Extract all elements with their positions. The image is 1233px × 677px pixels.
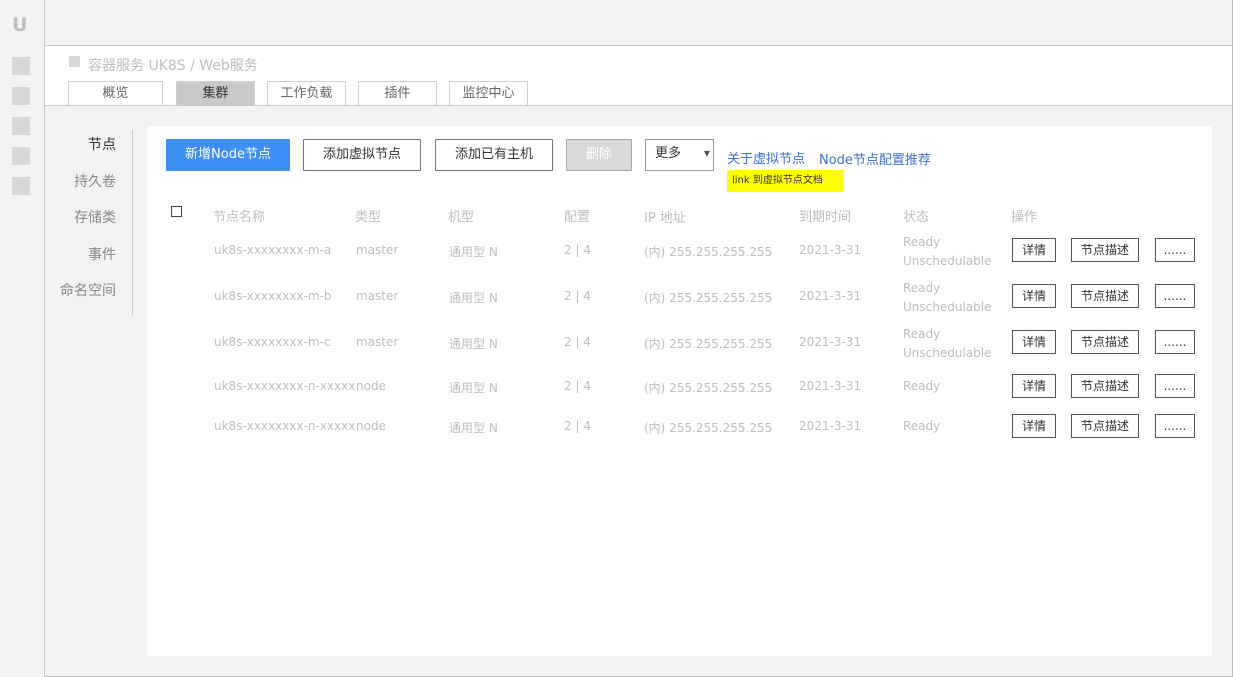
top-bar <box>45 0 1232 46</box>
add-existing-host-button[interactable]: 添加已有主机 <box>435 139 553 171</box>
subnav-item-namespaces[interactable]: 命名空间 <box>60 280 116 300</box>
subnav-item-volumes[interactable]: 持久卷 <box>74 171 116 191</box>
node-expire: 2021-3-31 <box>799 335 862 349</box>
logo: U <box>12 14 28 36</box>
describe-button[interactable]: 节点描述 <box>1071 238 1139 262</box>
service-icon <box>69 56 80 67</box>
page-header: 容器服务 UK8S / Web服务 概览 集群 工作负载 插件 监控中心 <box>45 46 1232 106</box>
header-actions: 操作 <box>1011 210 1038 225</box>
node-expire: 2021-3-31 <box>799 243 862 257</box>
status-ready: Ready <box>903 327 941 341</box>
describe-button[interactable]: 节点描述 <box>1071 414 1139 438</box>
node-config-link[interactable]: Node节点配置推荐 <box>819 149 931 168</box>
node-name[interactable]: uk8s-xxxxxxxx-n-xxxxx <box>214 379 355 393</box>
status-unschedulable: Unschedulable <box>903 300 992 314</box>
annotation-note: link 到虚拟节点文档 <box>727 170 844 192</box>
header-expire: 到期时间 <box>799 210 852 225</box>
node-status: Ready Unschedulable <box>903 233 991 271</box>
detail-button[interactable]: 详情 <box>1012 284 1056 308</box>
more-dropdown[interactable]: 更多 ▼ <box>645 139 714 171</box>
left-rail: U <box>0 0 45 677</box>
node-ip: (内) 255.255.255.255 <box>644 421 773 435</box>
nav-icon-1[interactable] <box>12 57 30 75</box>
node-type: node <box>356 419 386 433</box>
node-expire: 2021-3-31 <box>799 379 862 393</box>
node-model: 通用型 N <box>449 245 498 259</box>
node-name[interactable]: uk8s-xxxxxxxx-m-a <box>214 243 331 257</box>
node-name[interactable]: uk8s-xxxxxxxx-m-b <box>214 289 332 303</box>
node-status: Ready Unschedulable <box>903 279 991 317</box>
node-config: 2 | 4 <box>564 419 591 433</box>
more-actions-button[interactable]: ...... <box>1155 374 1195 398</box>
describe-button[interactable]: 节点描述 <box>1071 284 1139 308</box>
status-unschedulable: Unschedulable <box>903 346 992 360</box>
add-node-button[interactable]: 新增Node节点 <box>166 139 290 171</box>
delete-button[interactable]: 删除 <box>566 139 632 171</box>
nav-icon-5[interactable] <box>12 177 30 195</box>
node-config: 2 | 4 <box>564 289 591 303</box>
subnav-item-nodes[interactable]: 节点 <box>88 134 116 154</box>
status-unschedulable: Unschedulable <box>903 254 992 268</box>
more-actions-button[interactable]: ...... <box>1155 330 1195 354</box>
tab-monitoring[interactable]: 监控中心 <box>449 81 528 105</box>
nav-icon-3[interactable] <box>12 117 30 135</box>
node-type: master <box>356 335 399 349</box>
more-actions-button[interactable]: ...... <box>1155 414 1195 438</box>
node-type: node <box>356 379 386 393</box>
detail-button[interactable]: 详情 <box>1012 330 1056 354</box>
node-ip: (内) 255.255.255.255 <box>644 337 773 351</box>
more-dropdown-label: 更多 <box>655 146 682 161</box>
describe-button[interactable]: 节点描述 <box>1071 374 1139 398</box>
header-node-name: 节点名称 <box>213 210 266 225</box>
node-config: 2 | 4 <box>564 243 591 257</box>
tab-overview[interactable]: 概览 <box>68 81 163 105</box>
content-panel: 新增Node节点 添加虚拟节点 添加已有主机 删除 更多 ▼ 关于虚拟节点 No… <box>147 126 1212 656</box>
node-expire: 2021-3-31 <box>799 289 862 303</box>
tab-cluster[interactable]: 集群 <box>176 81 255 105</box>
tab-workload[interactable]: 工作负载 <box>267 81 346 105</box>
header-type: 类型 <box>355 210 382 225</box>
node-name[interactable]: uk8s-xxxxxxxx-m-c <box>214 335 331 349</box>
describe-button[interactable]: 节点描述 <box>1071 330 1139 354</box>
more-actions-button[interactable]: ...... <box>1155 238 1195 262</box>
node-model: 通用型 N <box>449 291 498 305</box>
header-config: 配置 <box>564 210 591 225</box>
node-ip: (内) 255.255.255.255 <box>644 381 773 395</box>
select-all-checkbox[interactable] <box>171 206 182 217</box>
node-name[interactable]: uk8s-xxxxxxxx-n-xxxxx <box>214 419 355 433</box>
node-ip: (内) 255.255.255.255 <box>644 291 773 305</box>
node-config: 2 | 4 <box>564 335 591 349</box>
status-ready: Ready <box>903 235 941 249</box>
detail-button[interactable]: 详情 <box>1012 374 1056 398</box>
subnav-item-storage-class[interactable]: 存储类 <box>74 207 116 227</box>
nav-icon-2[interactable] <box>12 87 30 105</box>
node-type: master <box>356 243 399 257</box>
node-model: 通用型 N <box>449 337 498 351</box>
node-status: Ready <box>903 419 941 433</box>
node-expire: 2021-3-31 <box>799 419 862 433</box>
subnav-item-events[interactable]: 事件 <box>88 244 116 264</box>
node-config: 2 | 4 <box>564 379 591 393</box>
detail-button[interactable]: 详情 <box>1012 414 1056 438</box>
virtual-node-link[interactable]: 关于虚拟节点 <box>727 148 805 167</box>
nav-icon-4[interactable] <box>12 147 30 165</box>
node-status: Ready <box>903 379 941 393</box>
more-actions-button[interactable]: ...... <box>1155 284 1195 308</box>
node-model: 通用型 N <box>449 421 498 435</box>
sub-nav: 节点 持久卷 存储类 事件 命名空间 <box>45 130 133 315</box>
caret-down-icon: ▼ <box>703 149 710 158</box>
header-model: 机型 <box>448 210 475 225</box>
detail-button[interactable]: 详情 <box>1012 238 1056 262</box>
node-status: Ready Unschedulable <box>903 325 991 363</box>
node-ip: (内) 255.255.255.255 <box>644 245 773 259</box>
header-ip: IP 地址 <box>644 211 686 226</box>
breadcrumb: 容器服务 UK8S / Web服务 <box>88 58 258 74</box>
header-status: 状态 <box>903 210 930 225</box>
status-ready: Ready <box>903 281 941 295</box>
tab-plugins[interactable]: 插件 <box>358 81 437 105</box>
add-virtual-node-button[interactable]: 添加虚拟节点 <box>303 139 421 171</box>
node-model: 通用型 N <box>449 381 498 395</box>
node-type: master <box>356 289 399 303</box>
